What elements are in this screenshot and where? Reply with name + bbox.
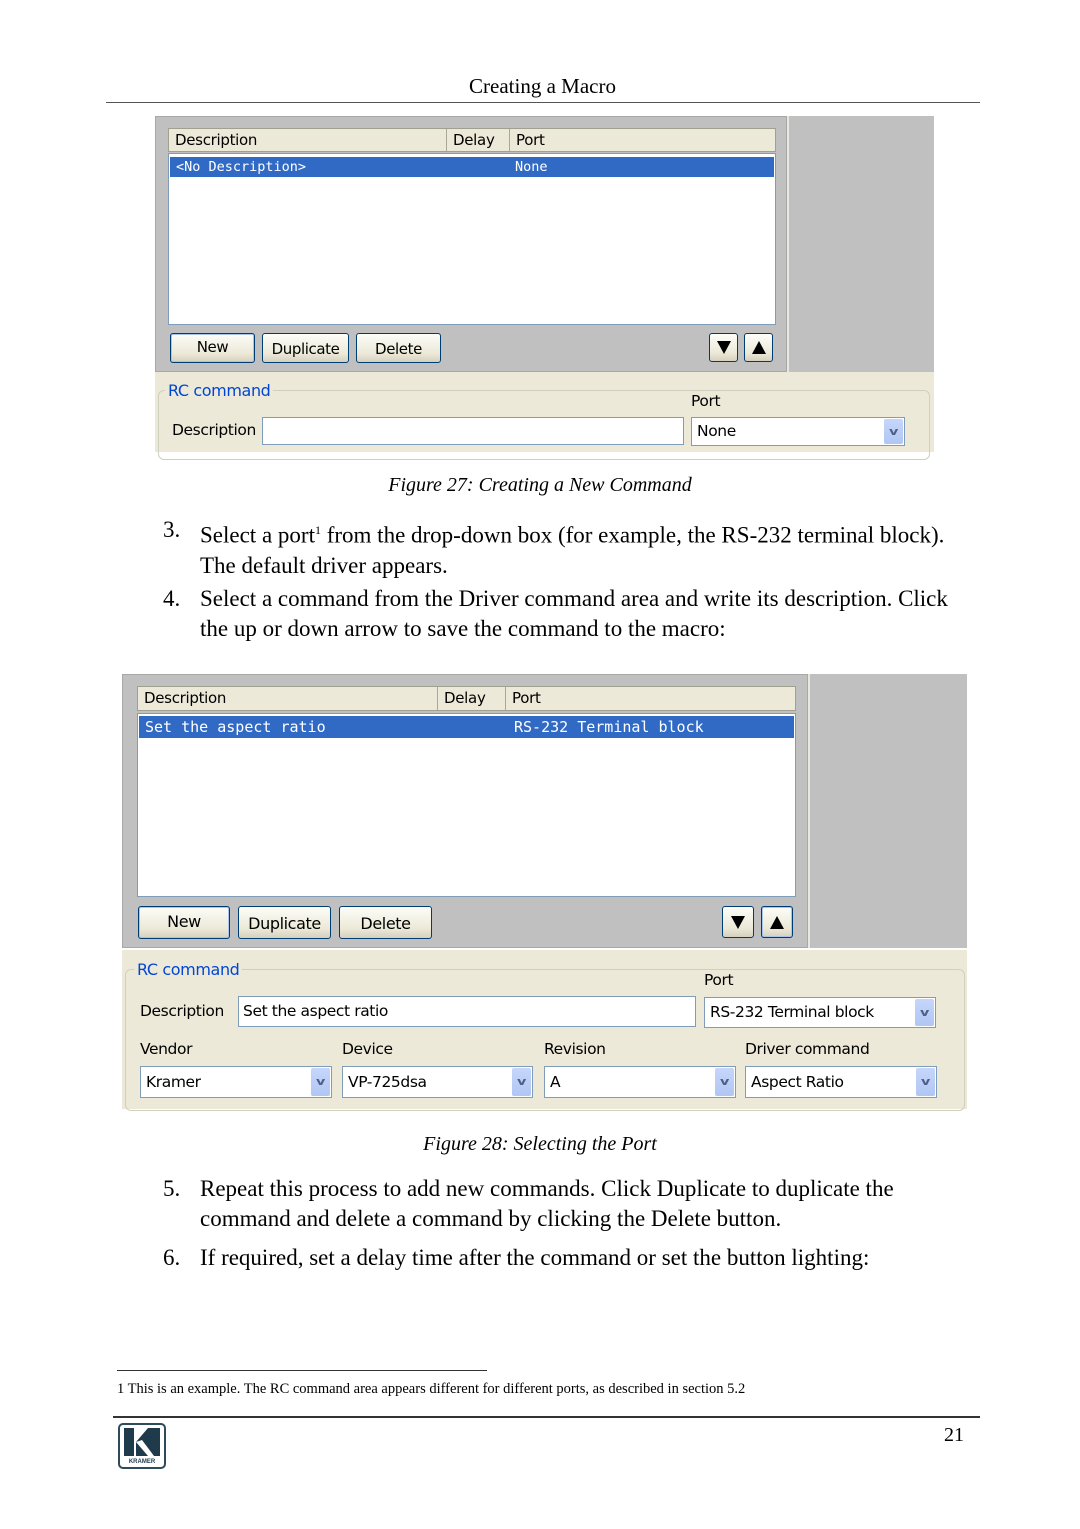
- dropdown-button[interactable]: v: [311, 1068, 330, 1096]
- description-label: Description: [140, 1002, 224, 1020]
- step-number: 5.: [163, 1176, 181, 1201]
- description-input[interactable]: [262, 417, 684, 445]
- header-rule: [106, 102, 980, 103]
- delete-button[interactable]: Delete: [339, 906, 432, 939]
- figure-28-caption: Figure 28: Selecting the Port: [423, 1133, 657, 1155]
- column-port[interactable]: Port: [506, 687, 795, 710]
- macro-list-pane: Description Delay Port Set the aspect ra…: [122, 674, 808, 948]
- step-number: 6.: [163, 1245, 181, 1270]
- chevron-down-icon: v: [920, 1006, 929, 1019]
- new-button[interactable]: New: [170, 333, 255, 363]
- port-select[interactable]: RS-232 Terminal block v: [704, 997, 936, 1028]
- command-list[interactable]: <No Description> None: [168, 153, 776, 325]
- vendor-select[interactable]: Kramer v: [140, 1066, 332, 1098]
- side-pane: [808, 674, 967, 948]
- triangle-up-icon: [751, 341, 766, 354]
- description-input[interactable]: Set the aspect ratio: [238, 996, 696, 1027]
- port-select-value: None: [697, 422, 736, 440]
- duplicate-button[interactable]: Duplicate: [238, 906, 331, 939]
- list-row-selected[interactable]: Set the aspect ratio RS-232 Terminal blo…: [139, 716, 794, 738]
- chevron-down-icon: v: [316, 1075, 325, 1088]
- macro-list-pane: Description Delay Port <No Description> …: [155, 116, 787, 372]
- list-column-header: Description Delay Port: [137, 686, 796, 711]
- footnote: 1 This is an example. The RC command are…: [117, 1381, 746, 1397]
- device-select-value: VP-725dsa: [348, 1073, 427, 1091]
- step-number: 4.: [163, 586, 181, 611]
- list-row-selected[interactable]: <No Description> None: [170, 157, 774, 177]
- revision-select-value: A: [550, 1073, 561, 1091]
- logo-text: KRAMER: [128, 1459, 156, 1465]
- driver-command-select-value: Aspect Ratio: [751, 1073, 844, 1091]
- dropdown-button[interactable]: v: [512, 1068, 531, 1096]
- step-text: If required, set a delay time after the …: [200, 1245, 870, 1270]
- duplicate-button[interactable]: Duplicate: [262, 333, 349, 363]
- move-up-button[interactable]: [744, 333, 773, 362]
- move-down-button[interactable]: [709, 333, 738, 362]
- port-select-value: RS-232 Terminal block: [710, 1003, 874, 1021]
- step-5: 5. Repeat this process to add new comman…: [0, 1174, 1080, 1234]
- column-delay[interactable]: Delay: [447, 129, 510, 151]
- dropdown-button[interactable]: v: [884, 419, 903, 444]
- chevron-down-icon: v: [889, 425, 898, 438]
- move-down-button[interactable]: [722, 906, 754, 938]
- port-label: Port: [691, 392, 721, 410]
- column-port[interactable]: Port: [510, 129, 775, 151]
- revision-label: Revision: [544, 1040, 606, 1058]
- chevron-down-icon: v: [921, 1075, 930, 1088]
- column-description[interactable]: Description: [169, 129, 447, 151]
- figure-27-caption: Figure 27: Creating a New Command: [388, 474, 692, 496]
- delete-button[interactable]: Delete: [356, 333, 441, 363]
- step-3: 3. Select a port1 from the drop-down box…: [0, 515, 1080, 578]
- rc-command-panel: RC command Port Description None v: [155, 372, 934, 460]
- vendor-select-value: Kramer: [146, 1073, 201, 1091]
- triangle-down-icon: [731, 915, 745, 929]
- list-column-header: Description Delay Port: [168, 128, 776, 152]
- move-up-button[interactable]: [761, 906, 793, 938]
- kramer-logo: KRAMER: [118, 1423, 166, 1469]
- row-port: RS-232 Terminal block: [514, 718, 704, 736]
- figure-28-screenshot: Description Delay Port Set the aspect ra…: [122, 674, 967, 948]
- chevron-down-icon: v: [720, 1075, 729, 1088]
- step-text: Select a command from the Driver command…: [200, 586, 948, 641]
- port-label: Port: [704, 971, 734, 989]
- row-description: Set the aspect ratio: [145, 718, 326, 736]
- command-list[interactable]: Set the aspect ratio RS-232 Terminal blo…: [137, 713, 796, 897]
- column-description[interactable]: Description: [138, 687, 438, 710]
- footer-rule: [113, 1416, 980, 1418]
- page-number: 21: [944, 1424, 964, 1446]
- step-4: 4. Select a command from the Driver comm…: [0, 584, 1080, 644]
- column-delay[interactable]: Delay: [438, 687, 506, 710]
- port-select[interactable]: None v: [691, 417, 905, 446]
- dropdown-button[interactable]: v: [715, 1068, 734, 1096]
- running-header: Creating a Macro: [469, 74, 616, 98]
- step-text-part: Select a port: [200, 522, 315, 548]
- rc-command-panel: RC command Port Description Set the aspe…: [122, 950, 967, 1111]
- triangle-up-icon: [770, 915, 784, 929]
- vendor-label: Vendor: [140, 1040, 193, 1058]
- driver-command-select[interactable]: Aspect Ratio v: [745, 1066, 937, 1098]
- device-label: Device: [342, 1040, 393, 1058]
- new-button[interactable]: New: [138, 906, 230, 939]
- device-select[interactable]: VP-725dsa v: [342, 1066, 533, 1098]
- description-label: Description: [172, 421, 256, 439]
- step-number: 3.: [163, 517, 181, 542]
- row-description: <No Description>: [176, 159, 307, 175]
- driver-command-label: Driver command: [745, 1040, 870, 1058]
- row-port: None: [515, 159, 548, 175]
- rc-command-title: RC command: [165, 381, 274, 400]
- chevron-down-icon: v: [517, 1075, 526, 1088]
- dropdown-button[interactable]: v: [916, 1068, 935, 1096]
- side-pane: [787, 116, 934, 372]
- figure-27-screenshot: Description Delay Port <No Description> …: [155, 116, 934, 372]
- revision-select[interactable]: A v: [544, 1066, 736, 1098]
- footnote-rule: [117, 1370, 487, 1371]
- step-6: 6. If required, set a delay time after t…: [0, 1243, 1080, 1275]
- triangle-down-icon: [716, 341, 731, 354]
- rc-command-title: RC command: [134, 960, 243, 979]
- dropdown-button[interactable]: v: [915, 999, 934, 1026]
- step-text: Repeat this process to add new commands.…: [200, 1176, 894, 1231]
- step-text: Select a port1 from the drop-down box (f…: [200, 515, 960, 581]
